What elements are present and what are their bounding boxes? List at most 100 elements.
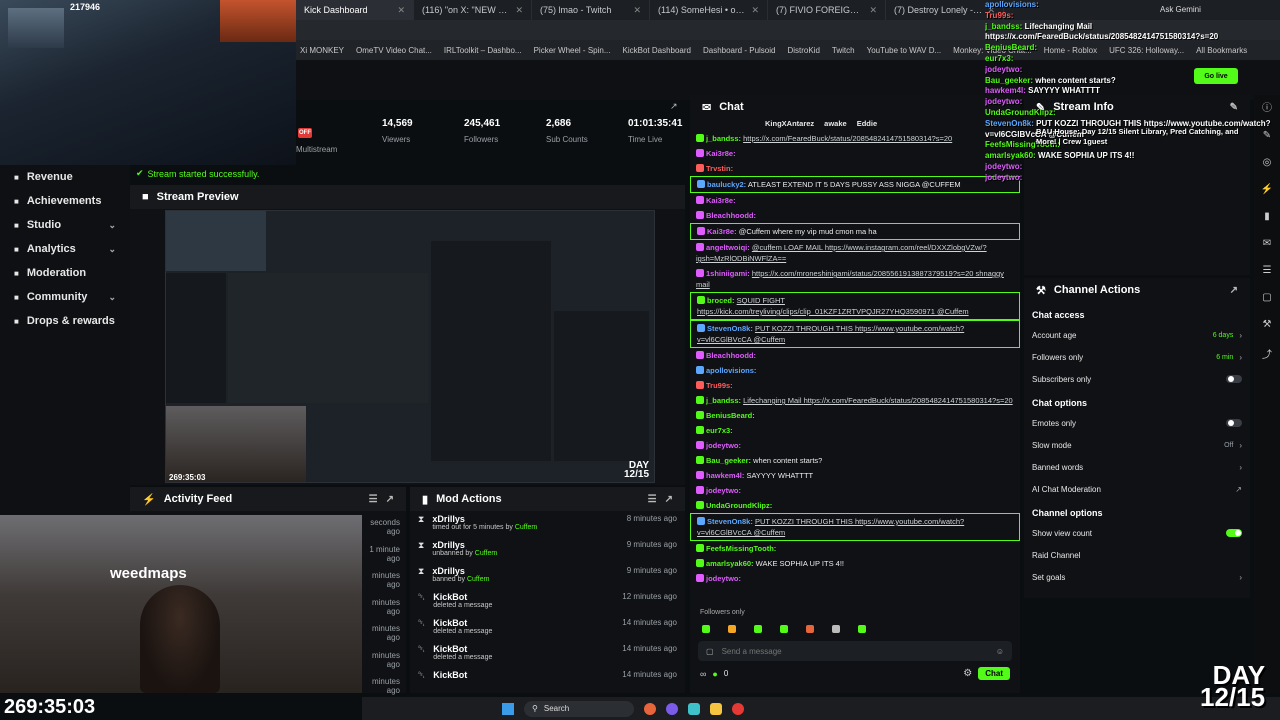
- chat-username[interactable]: BeniusBeard:: [706, 411, 755, 420]
- sidebar-item-community[interactable]: ■ Community ⌄: [0, 285, 130, 309]
- chat-username[interactable]: UndaGroundKlipz:: [706, 501, 772, 510]
- channel-option-banned-words[interactable]: Banned words ›: [1024, 456, 1250, 478]
- pinned-user[interactable]: KingXAntarez: [765, 119, 814, 131]
- chevron-right-icon[interactable]: ›: [1239, 353, 1242, 362]
- channel-option-set-goals[interactable]: Set goals ›: [1024, 566, 1250, 588]
- channel-option-slow-mode[interactable]: Slow mode Off ›: [1024, 434, 1250, 456]
- toggle-switch[interactable]: [1226, 375, 1242, 383]
- emote-icon[interactable]: [832, 625, 840, 633]
- sidebar-item-moderation[interactable]: ■ Moderation: [0, 261, 130, 285]
- channel-option-subscribers-only[interactable]: Subscribers only: [1024, 368, 1250, 390]
- bookmark-item[interactable]: IRLToolkit – Dashbo...: [444, 46, 522, 55]
- chat-text[interactable]: https://x.com/FearedBuck/status/20854824…: [743, 134, 952, 143]
- app-icon[interactable]: [688, 702, 700, 715]
- bookmark-item[interactable]: OmeTV Video Chat...: [356, 46, 432, 55]
- chat-username[interactable]: j_bandss:: [706, 134, 741, 143]
- ask-gemini-button[interactable]: Ask Gemini: [1160, 5, 1201, 14]
- multistream-label[interactable]: Multistream: [296, 145, 337, 154]
- chevron-right-icon[interactable]: ›: [1239, 463, 1242, 472]
- pinned-user[interactable]: awake: [824, 119, 847, 131]
- chevron-right-icon[interactable]: ›: [1239, 441, 1242, 450]
- browser-tab[interactable]: (7) FIVIO FOREIGN - ENTERED... ✕: [768, 0, 886, 20]
- chat-icon[interactable]: ✉: [1263, 238, 1271, 249]
- sidebar-item-studio[interactable]: ■ Studio ⌄: [0, 213, 130, 237]
- close-tab-icon[interactable]: ✕: [869, 5, 877, 16]
- sidebar-item-achievements[interactable]: ■ Achievements: [0, 189, 130, 213]
- bookmark-item[interactable]: Picker Wheel - Spin...: [534, 46, 611, 55]
- chrome-icon[interactable]: [644, 702, 656, 715]
- chat-username[interactable]: Tru99s:: [706, 381, 733, 390]
- sidebar-item-analytics[interactable]: ■ Analytics ⌄: [0, 237, 130, 261]
- chevron-down-icon[interactable]: ⌄: [108, 292, 116, 303]
- chat-username[interactable]: amarlsyak60:: [706, 559, 754, 568]
- chevron-down-icon[interactable]: ⌄: [108, 244, 116, 255]
- wrench-icon[interactable]: ⚒: [1263, 319, 1272, 330]
- chat-username[interactable]: Bleachhoodd:: [706, 211, 756, 220]
- chat-text[interactable]: Lifechanging Mail https://x.com/FearedBu…: [743, 396, 1013, 405]
- gear-icon[interactable]: ⚙: [963, 668, 972, 679]
- close-tab-icon[interactable]: ✕: [397, 5, 405, 16]
- browser-tab[interactable]: (116) "on X: "NEW NINE V... ✕: [414, 0, 532, 20]
- filter-icon[interactable]: ☰: [369, 494, 378, 505]
- chat-username[interactable]: Bau_geeker:: [706, 456, 751, 465]
- emote-icon[interactable]: [754, 625, 762, 633]
- browser-tab[interactable]: (75) lmao - Twitch ✕: [532, 0, 650, 20]
- emote-icon[interactable]: [702, 625, 710, 633]
- chat-username[interactable]: Kai3r8e:: [706, 196, 736, 205]
- emote-icon[interactable]: [728, 625, 736, 633]
- emote-icon[interactable]: [780, 625, 788, 633]
- bookmark-item[interactable]: DistroKid: [787, 46, 819, 55]
- filter-icon[interactable]: ☰: [648, 494, 657, 505]
- chat-username[interactable]: Trvstin:: [706, 164, 733, 173]
- chevron-right-icon[interactable]: ›: [1239, 573, 1242, 582]
- bookmark-item[interactable]: KickBot Dashboard: [623, 46, 691, 55]
- chat-input[interactable]: [721, 646, 988, 656]
- chat-username[interactable]: baulucky2:: [707, 180, 746, 189]
- chat-username[interactable]: j_bandss:: [706, 396, 741, 405]
- chat-username[interactable]: FeefsMissingTooth:: [706, 544, 776, 553]
- emote-icon[interactable]: [858, 625, 866, 633]
- taskbar-search[interactable]: ⚲ Search: [524, 700, 634, 717]
- channel-option-followers-only[interactable]: Followers only 6 min ›: [1024, 346, 1250, 368]
- infinity-icon[interactable]: ∞: [700, 669, 706, 679]
- chat-input-box[interactable]: ▢ ☺: [698, 641, 1012, 661]
- chat-username[interactable]: eur7x3:: [706, 426, 733, 435]
- bookmark-item[interactable]: YouTube to WAV D...: [867, 46, 942, 55]
- popout-icon[interactable]: ↗: [665, 494, 673, 505]
- chat-text[interactable]: SQUID FIGHT https://kick.com/treyliving/…: [697, 296, 969, 316]
- chevron-down-icon[interactable]: ⌄: [108, 220, 116, 231]
- browser-tab[interactable]: Kick Dashboard ✕: [296, 0, 414, 20]
- chat-username[interactable]: jodeytwo:: [706, 441, 741, 450]
- popout-icon[interactable]: ↗: [1230, 285, 1238, 296]
- sidebar-item-drops-rewards[interactable]: ■ Drops & rewards: [0, 309, 130, 333]
- poll-icon[interactable]: ☰: [1263, 265, 1272, 276]
- chat-username[interactable]: 1shiniigami:: [706, 269, 750, 278]
- send-chat-button[interactable]: Chat: [978, 667, 1010, 680]
- browser-tab[interactable]: (114) SomeHesi • on X: "... ✕: [650, 0, 768, 20]
- folder-icon[interactable]: [710, 702, 722, 715]
- chat-username[interactable]: apollovisions:: [706, 366, 756, 375]
- bookmark-item[interactable]: Twitch: [832, 46, 855, 55]
- channel-option-ai-chat-moderation[interactable]: AI Chat Moderation ↗: [1024, 478, 1250, 500]
- chat-username[interactable]: Bleachhoodd:: [706, 351, 756, 360]
- external-link-icon[interactable]: ↗: [1235, 485, 1242, 494]
- discord-icon[interactable]: [666, 702, 678, 715]
- chat-username[interactable]: Kai3r8e:: [706, 149, 736, 158]
- windows-start-icon[interactable]: [502, 702, 514, 715]
- chat-username[interactable]: StevenOn8k:: [707, 324, 753, 333]
- bookmark-item[interactable]: Xi MONKEY: [300, 46, 344, 55]
- close-tab-icon[interactable]: ✕: [633, 5, 641, 16]
- emote-icon[interactable]: [806, 625, 814, 633]
- close-tab-icon[interactable]: ✕: [515, 5, 523, 16]
- pinned-user[interactable]: Eddie: [857, 119, 877, 131]
- chat-username[interactable]: broced:: [707, 296, 735, 305]
- channel-option-account-age[interactable]: Account age 6 days ›: [1024, 324, 1250, 346]
- popout-icon[interactable]: ↗: [670, 101, 678, 112]
- stream-preview-video[interactable]: 269:35:03 DAY 12/15: [165, 210, 655, 483]
- share-icon[interactable]: ⤴: [1262, 346, 1272, 361]
- channel-option-raid-channel[interactable]: Raid Channel: [1024, 544, 1250, 566]
- toggle-switch[interactable]: [1226, 419, 1242, 427]
- channel-option-emotes-only[interactable]: Emotes only: [1024, 412, 1250, 434]
- close-tab-icon[interactable]: ✕: [751, 5, 759, 16]
- chat-username[interactable]: hawkem4l:: [706, 471, 744, 480]
